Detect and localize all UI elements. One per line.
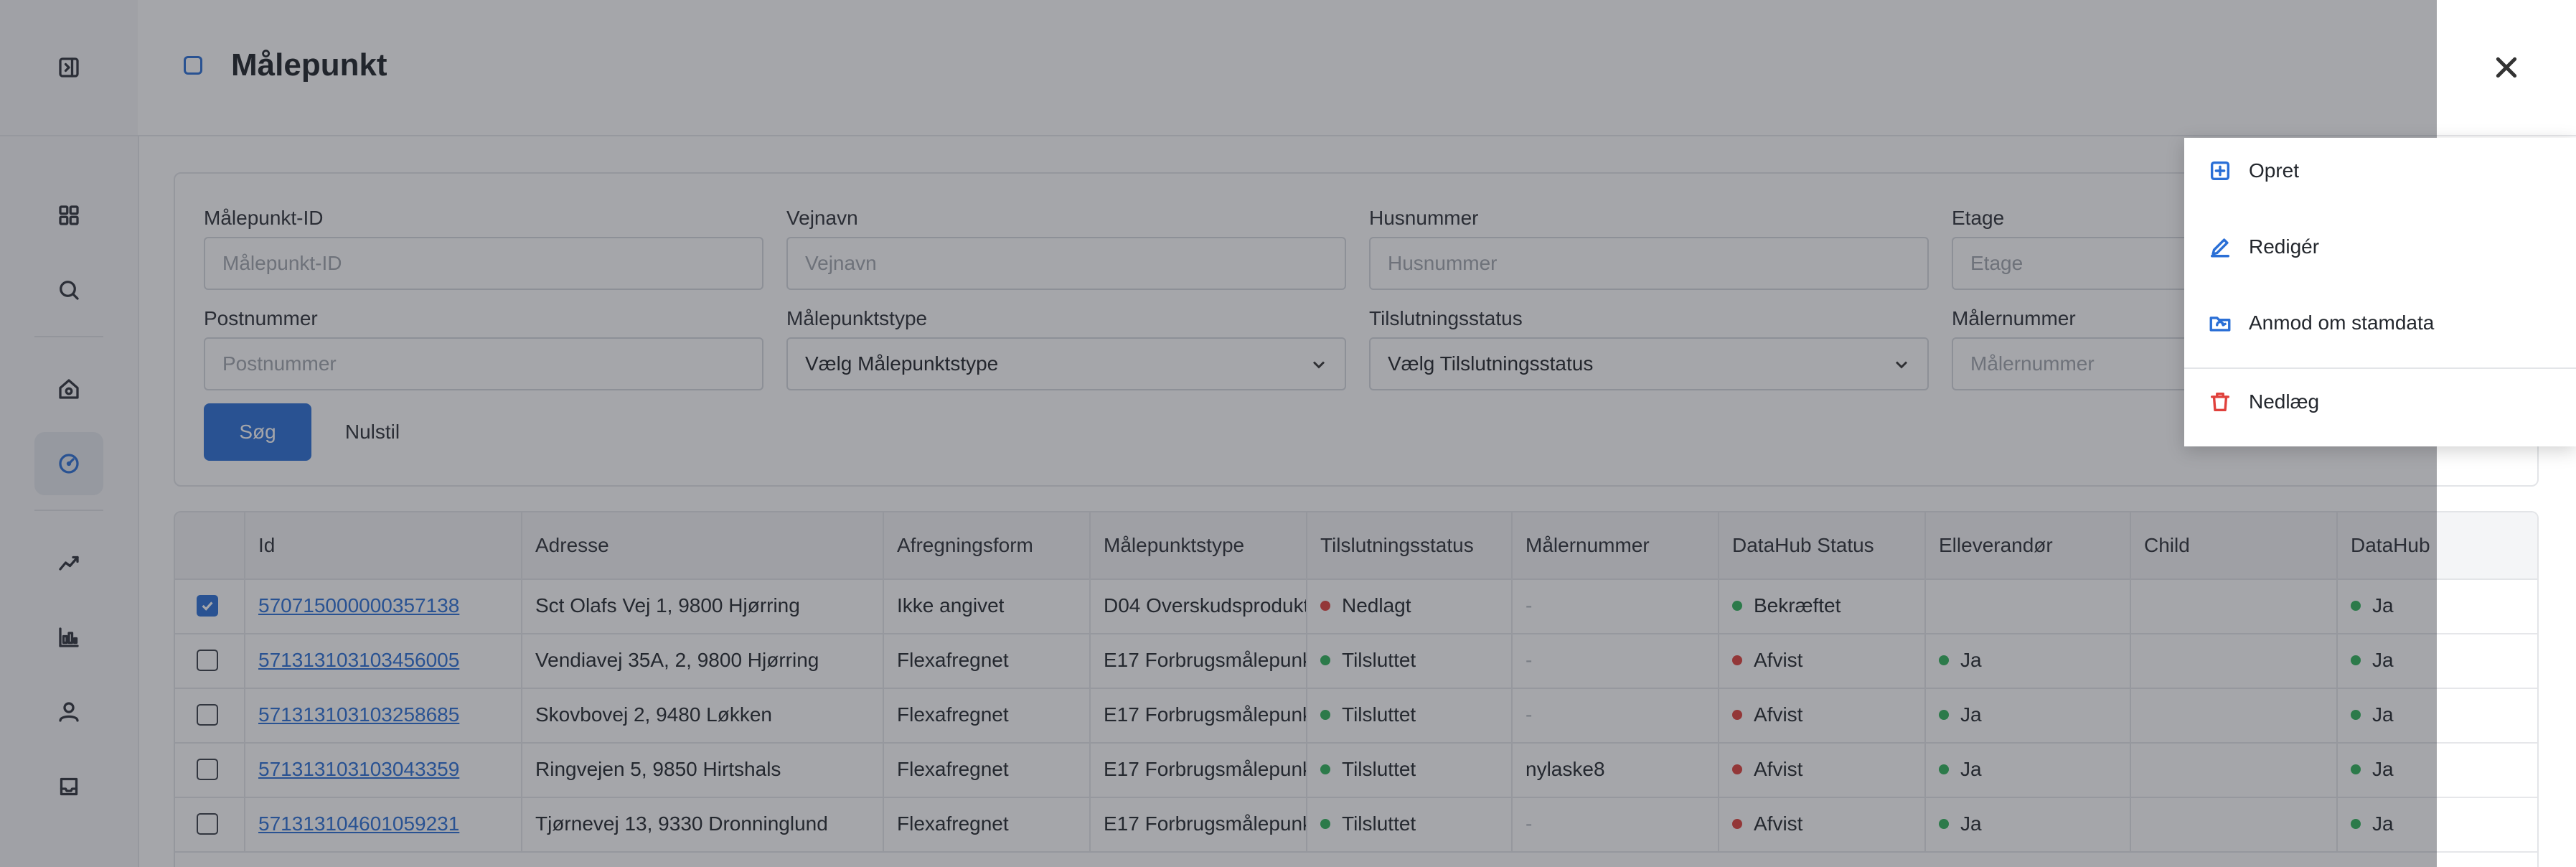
actions-menu: Opret Redigér Anmod om stamdata Nedlæg — [2184, 138, 2576, 446]
menu-item-create[interactable]: Opret — [2184, 138, 2576, 204]
menu-item-request-master-data[interactable]: Anmod om stamdata — [2184, 290, 2576, 356]
folder-sync-icon — [2207, 310, 2233, 336]
menu-item-label: Opret — [2249, 159, 2300, 182]
app-window: Målepunkt Målepunkt-ID Målepunkt-ID Vejn… — [0, 0, 2576, 867]
pencil-icon — [2207, 234, 2233, 260]
menu-item-label: Anmod om stamdata — [2249, 311, 2435, 334]
trash-icon — [2207, 389, 2233, 415]
menu-item-decommission[interactable]: Nedlæg — [2184, 369, 2576, 435]
menu-item-label: Nedlæg — [2249, 390, 2320, 413]
modal-backdrop[interactable] — [0, 0, 2437, 867]
menu-item-edit[interactable]: Redigér — [2184, 214, 2576, 280]
close-icon — [2496, 57, 2517, 78]
close-button[interactable] — [2437, 0, 2576, 135]
menu-item-label: Redigér — [2249, 235, 2320, 258]
plus-square-icon — [2207, 158, 2233, 184]
